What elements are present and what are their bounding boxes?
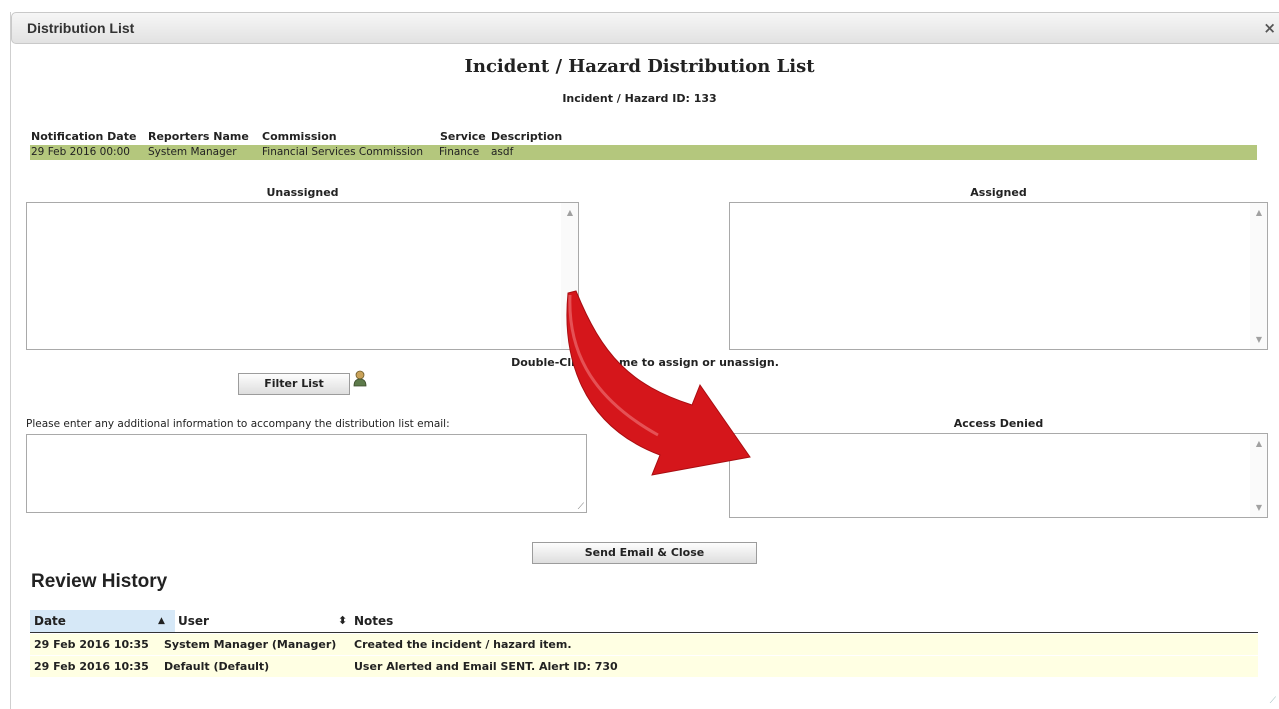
cell-commission: Financial Services Commission	[262, 146, 423, 158]
user-filter-icon[interactable]	[352, 370, 368, 388]
annotation-arrow	[566, 290, 751, 476]
row-user: Default (Default)	[164, 660, 270, 673]
scrollbar[interactable]: ▲ ▼	[1250, 434, 1267, 517]
dialog-title: Distribution List	[27, 20, 135, 36]
cell-description: asdf	[491, 146, 514, 158]
scroll-up-icon[interactable]: ▲	[567, 208, 573, 217]
col-user[interactable]: User	[178, 614, 209, 628]
table-row: 29 Feb 2016 10:35 System Manager (Manage…	[30, 634, 1258, 655]
row-user: System Manager (Manager)	[164, 638, 337, 651]
col-notification-date: Notification Date	[31, 130, 137, 143]
cell-service: Finance	[439, 146, 480, 158]
review-history-title: Review History	[31, 571, 168, 592]
access-denied-label: Access Denied	[953, 417, 1044, 430]
dialog-titlebar[interactable]: Distribution List ×	[11, 12, 1279, 44]
scrollbar[interactable]: ▲ ▼	[1250, 203, 1267, 349]
review-table-header: Date ▲ User ⬍ Notes	[30, 610, 1258, 633]
col-description: Description	[491, 130, 563, 143]
dialog-resize-icon[interactable]: ⟋	[1270, 696, 1276, 706]
col-date[interactable]: Date	[34, 614, 66, 628]
col-notes[interactable]: Notes	[354, 614, 393, 628]
col-commission: Commission	[262, 130, 337, 143]
row-date: 29 Feb 2016 10:35	[34, 660, 149, 673]
scroll-down-icon[interactable]: ▼	[1256, 503, 1262, 512]
send-email-close-button[interactable]: Send Email & Close	[532, 542, 757, 564]
scroll-up-icon[interactable]: ▲	[1256, 208, 1262, 217]
page-title: Incident / Hazard Distribution List	[464, 56, 815, 77]
table-row: 29 Feb 2016 10:35 Default (Default) User…	[30, 656, 1258, 677]
row-notes: Created the incident / hazard item.	[354, 638, 572, 651]
sort-both-icon[interactable]: ⬍	[338, 614, 347, 627]
scroll-down-icon[interactable]: ▼	[1256, 335, 1262, 344]
cell-reporters-name: System Manager	[148, 146, 237, 158]
scroll-up-icon[interactable]: ▲	[1256, 439, 1262, 448]
assigned-label: Assigned	[970, 186, 1027, 199]
row-date: 29 Feb 2016 10:35	[34, 638, 149, 651]
incident-id: Incident / Hazard ID: 133	[562, 92, 717, 105]
cell-notification-date: 29 Feb 2016 00:00	[31, 146, 130, 158]
additional-info-textarea[interactable]: ⟋	[26, 434, 587, 513]
filter-list-button[interactable]: Filter List	[238, 373, 350, 395]
sort-up-icon[interactable]: ▲	[158, 616, 165, 626]
close-icon[interactable]: ×	[1263, 19, 1276, 37]
col-service: Service	[440, 130, 486, 143]
col-reporters-name: Reporters Name	[148, 130, 249, 143]
additional-info-label: Please enter any additional information …	[26, 418, 450, 430]
row-notes: User Alerted and Email SENT. Alert ID: 7…	[354, 660, 618, 673]
assigned-list[interactable]: ▲ ▼	[729, 202, 1268, 350]
access-denied-list[interactable]: ▲ ▼	[729, 433, 1268, 518]
unassigned-label: Unassigned	[266, 186, 339, 199]
unassigned-list[interactable]: ▲	[26, 202, 579, 350]
